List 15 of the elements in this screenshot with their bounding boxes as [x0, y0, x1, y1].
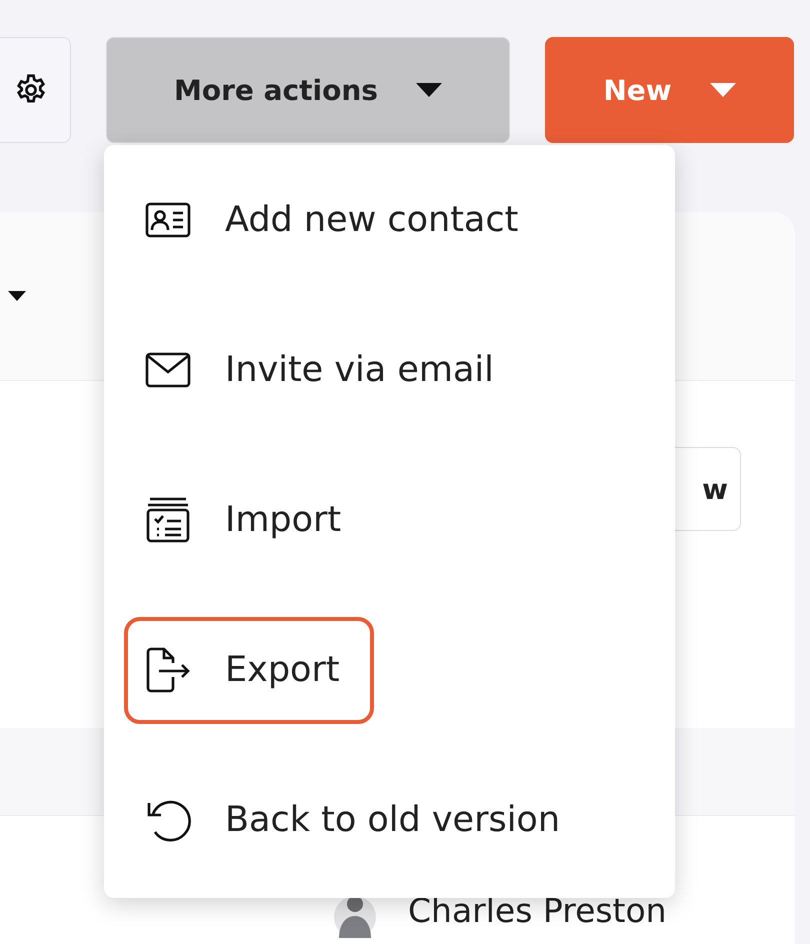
menu-item[interactable]: Add new contact: [124, 166, 552, 274]
caret-icon: [8, 291, 26, 301]
settings-button[interactable]: [0, 37, 71, 143]
menu-item[interactable]: Export: [124, 616, 374, 724]
caret-icon: [710, 83, 736, 97]
contact-name: Charles Preston: [408, 890, 667, 930]
more-actions-button[interactable]: More actions: [106, 37, 510, 143]
menu-item[interactable]: Import: [124, 466, 376, 574]
tray-list-icon: [145, 497, 191, 543]
file-arrow-icon: [145, 647, 191, 693]
caret-icon: [416, 83, 442, 97]
contact-card-icon: [145, 202, 191, 238]
menu-item[interactable]: Invite via email: [124, 316, 528, 424]
menu-item[interactable]: Back to old version: [124, 766, 594, 874]
envelope-icon: [145, 352, 191, 388]
